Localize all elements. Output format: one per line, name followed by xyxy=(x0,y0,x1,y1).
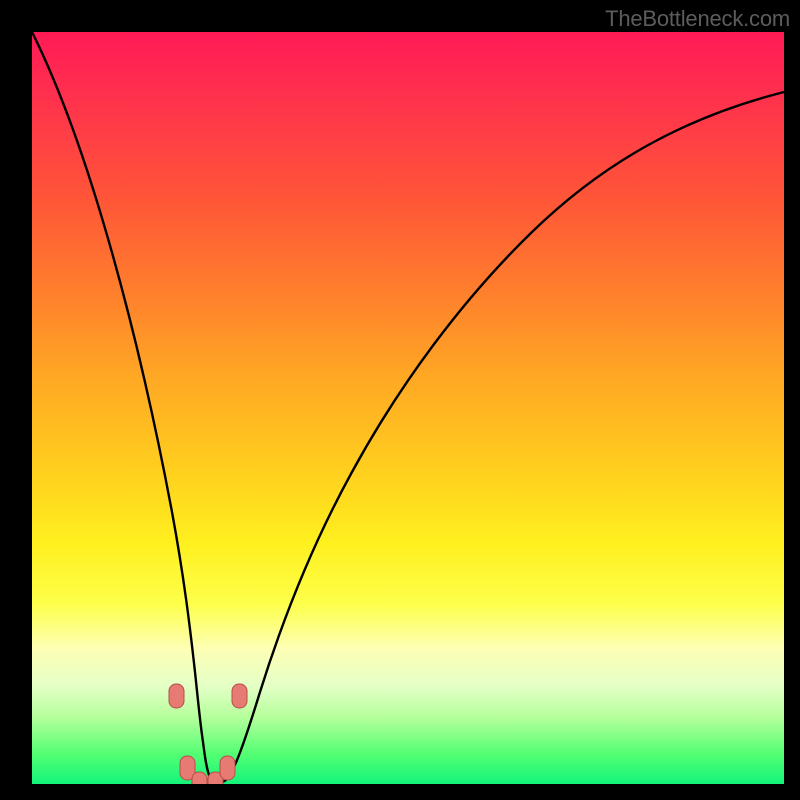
curve-overlay xyxy=(32,32,784,784)
chart-stage: TheBottleneck.com xyxy=(0,0,800,800)
attribution-text: TheBottleneck.com xyxy=(605,6,790,32)
bottleneck-curve xyxy=(32,32,784,783)
plot-area xyxy=(32,32,784,784)
